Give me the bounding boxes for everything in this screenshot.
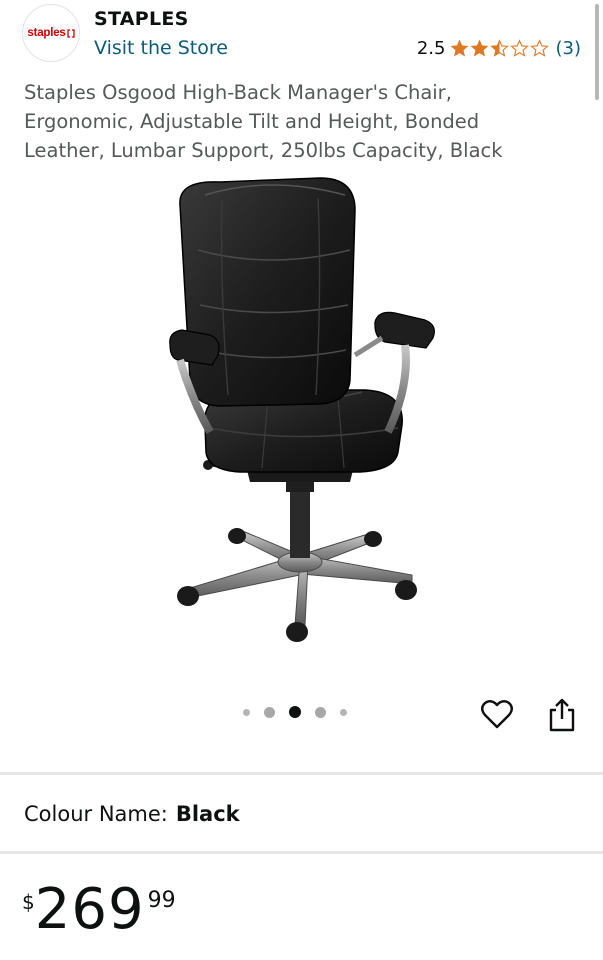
colour-value: Black (175, 802, 240, 826)
carousel-dot[interactable] (340, 708, 347, 716)
brand-name: STAPLES (94, 8, 189, 30)
product-title: Staples Osgood High-Back Manager's Chair… (24, 81, 503, 162)
rating-summary[interactable]: 2.5 (3) (417, 38, 581, 59)
price: $ 269 99 (22, 880, 176, 940)
price-fraction: 99 (147, 888, 176, 913)
star-half-icon (489, 39, 509, 57)
carousel-dot[interactable] (243, 708, 250, 716)
carousel-dot-active[interactable] (289, 706, 301, 718)
star-full-icon (450, 39, 468, 57)
star-empty-icon (509, 39, 529, 57)
carousel-dot[interactable] (264, 706, 275, 718)
section-divider (0, 772, 603, 775)
rating-count-link[interactable]: (3) (556, 38, 582, 59)
star-empty-icon (529, 39, 549, 57)
rating-value: 2.5 (416, 38, 446, 59)
colour-label: Colour Name: (24, 802, 168, 826)
star-rating (450, 39, 550, 58)
brand-logo[interactable]: staples (22, 4, 80, 62)
office-chair-image[interactable] (150, 170, 450, 660)
brand-logo-text: staples (27, 27, 66, 39)
image-carousel-dots[interactable] (243, 706, 361, 718)
price-currency-symbol: $ (22, 890, 35, 914)
heart-outline-icon[interactable] (480, 697, 514, 731)
colour-selection: Colour Name: Black (24, 802, 240, 826)
price-whole: 269 (34, 877, 145, 942)
visit-store-link[interactable]: Visit the Store (94, 37, 228, 59)
scrollbar[interactable] (595, 4, 599, 100)
carousel-dot[interactable] (315, 706, 326, 718)
staples-bracket-icon (66, 28, 75, 38)
star-full-icon (470, 39, 488, 57)
share-icon[interactable] (545, 697, 579, 733)
section-divider (0, 851, 603, 854)
